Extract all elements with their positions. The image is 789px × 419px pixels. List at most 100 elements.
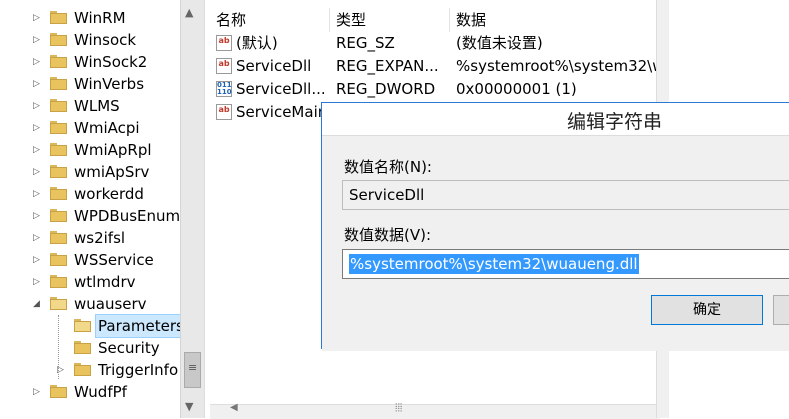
column-header-type-label: 类型 — [336, 11, 367, 29]
collapsed-arrow-icon[interactable]: ▷ — [33, 205, 43, 227]
tree-item-label: WmiApRpl — [74, 141, 152, 159]
tree-item[interactable]: ▷ WinRM — [0, 7, 180, 29]
value-data-input[interactable]: %systemroot%\system32\wuaueng.dll — [342, 249, 789, 279]
folder-icon — [50, 33, 67, 46]
grip-icon: ≡ — [188, 361, 198, 374]
collapsed-arrow-icon[interactable]: ▷ — [33, 117, 43, 139]
expanded-arrow-icon[interactable]: ◢ — [33, 293, 43, 315]
value-name-cell: ServiceDll... — [236, 80, 326, 98]
value-row[interactable]: 011 110 ServiceDll... REG_DWORD 0x00000001 (… — [210, 78, 660, 101]
collapsed-arrow-icon[interactable]: ▷ — [33, 95, 43, 117]
edit-string-dialog: 编辑字符串 数值名称(N): ServiceDll 数值数据(V): %syst… — [321, 102, 789, 351]
tree-item-label: Security — [98, 339, 160, 357]
string-value-icon: ab — [216, 104, 232, 120]
column-header-type[interactable]: 类型 — [330, 8, 450, 32]
value-type-cell: REG_EXPAN... — [336, 57, 439, 75]
scroll-left-arrow-icon[interactable]: ◀ — [230, 402, 238, 413]
folder-icon — [50, 385, 67, 398]
tree-item-label: wuauserv — [74, 295, 147, 313]
tree-item-label: wtlmdrv — [74, 273, 136, 291]
grip-icon: ⦙⦙⦙ — [395, 401, 403, 414]
binary-value-icon: 011 110 — [216, 81, 232, 97]
tree-item[interactable]: Parameters — [0, 314, 180, 338]
tree-item[interactable]: Security — [0, 337, 180, 359]
value-name-field: ServiceDll — [342, 180, 789, 210]
value-data-cell: %systemroot%\system32\w — [456, 57, 660, 75]
tree-item[interactable]: ▷ ws2ifsl — [0, 227, 180, 249]
value-name-text: ServiceDll — [349, 186, 425, 204]
tree-item-label: WinSock2 — [74, 53, 148, 71]
ok-button-label: 确定 — [693, 302, 721, 318]
folder-icon — [50, 143, 67, 156]
tree-item[interactable]: ◢ wuauserv — [0, 293, 180, 315]
collapsed-arrow-icon[interactable]: ▷ — [33, 29, 43, 51]
folder-icon — [74, 363, 91, 376]
collapsed-arrow-icon[interactable]: ▷ — [33, 183, 43, 205]
folder-icon — [50, 55, 67, 68]
collapsed-arrow-icon[interactable]: ▷ — [33, 271, 43, 293]
folder-icon — [50, 209, 67, 222]
folder-icon — [50, 165, 67, 178]
value-data-label: 数值数据(V): — [344, 226, 432, 244]
dialog-body: 数值名称(N): ServiceDll 数值数据(V): %systemroot… — [322, 135, 789, 351]
folder-icon — [50, 253, 67, 266]
registry-key-tree[interactable]: ▷ WinRM ▷ Winsock ▷ WinSock2 ▷ WinVerbs ▷ WLMS ▷ Wm… — [0, 0, 180, 418]
collapsed-arrow-icon[interactable]: ▷ — [33, 139, 43, 161]
collapsed-arrow-icon[interactable]: ▷ — [33, 7, 43, 29]
tree-item-label: WinVerbs — [74, 75, 145, 93]
value-data-selected-text[interactable]: %systemroot%\system32\wuaueng.dll — [349, 254, 639, 274]
tree-connector-line — [58, 315, 59, 379]
tree-item-label: Parameters — [95, 314, 180, 338]
tree-item[interactable]: ▷ wmiApSrv — [0, 161, 180, 183]
folder-icon — [50, 231, 67, 244]
value-type-cell: REG_SZ — [336, 34, 395, 52]
collapsed-arrow-icon[interactable]: ▷ — [33, 249, 43, 271]
tree-item[interactable]: ▷ WinSock2 — [0, 51, 180, 73]
collapsed-arrow-icon[interactable]: ▷ — [33, 51, 43, 73]
tree-item-label: workerdd — [74, 185, 144, 203]
tree-item[interactable]: ▷ WudfPf — [0, 381, 180, 403]
folder-icon — [50, 99, 67, 112]
tree-item-label: WinRM — [74, 9, 126, 27]
collapsed-arrow-icon[interactable]: ▷ — [33, 73, 43, 95]
tree-item[interactable]: ▷ WmiAcpi — [0, 117, 180, 139]
folder-icon — [50, 275, 67, 288]
tree-item[interactable]: ▷ TriggerInfo — [0, 359, 180, 381]
value-data-cell: 0x00000001 (1) — [456, 80, 577, 98]
ok-button[interactable]: 确定 — [651, 295, 763, 325]
cancel-button[interactable] — [773, 295, 789, 325]
list-horizontal-scrollbar[interactable]: ◀ ⦙⦙⦙ — [210, 401, 660, 419]
tree-item[interactable]: ▷ WinVerbs — [0, 73, 180, 95]
scroll-down-arrow-icon[interactable]: ▼ — [185, 400, 193, 413]
column-header-data-label: 数据 — [456, 11, 487, 29]
value-row[interactable]: ab (默认) REG_SZ (数值未设置) — [210, 32, 660, 55]
collapsed-arrow-icon[interactable]: ▷ — [33, 381, 43, 403]
folder-icon — [50, 297, 67, 310]
tree-item-label: wmiApSrv — [74, 163, 150, 181]
folder-icon — [50, 187, 67, 200]
value-row[interactable]: ab ServiceDll REG_EXPAN... %systemroot%\sys… — [210, 55, 660, 78]
tree-vertical-scrollbar[interactable]: ▲ ≡ ▼ — [180, 0, 204, 418]
column-header-name-label: 名称 — [216, 11, 247, 29]
folder-icon — [74, 341, 91, 354]
tree-item-label: TriggerInfo — [98, 361, 179, 379]
tree-item-label: WPDBusEnum — [74, 207, 180, 225]
column-header-name[interactable]: 名称 — [210, 8, 330, 32]
tree-item[interactable]: ▷ wtlmdrv — [0, 271, 180, 293]
tree-item-label: WLMS — [74, 97, 120, 115]
tree-item[interactable]: ▷ WSService — [0, 249, 180, 271]
tree-item[interactable]: ▷ WmiApRpl — [0, 139, 180, 161]
collapsed-arrow-icon[interactable]: ▷ — [33, 227, 43, 249]
string-value-icon: ab — [216, 58, 232, 74]
collapsed-arrow-icon[interactable]: ▷ — [33, 161, 43, 183]
tree-item[interactable]: ▷ workerdd — [0, 183, 180, 205]
tree-item-label: Winsock — [74, 31, 137, 49]
value-name-cell: ServiceMain — [236, 103, 328, 121]
folder-icon — [50, 121, 67, 134]
tree-item[interactable]: ▷ WLMS — [0, 95, 180, 117]
scrollbar-thumb[interactable]: ≡ — [184, 352, 201, 388]
column-header-data[interactable]: 数据 — [450, 8, 660, 32]
scroll-up-arrow-icon[interactable]: ▲ — [185, 6, 193, 19]
tree-item[interactable]: ▷ Winsock — [0, 29, 180, 51]
tree-item[interactable]: ▷ WPDBusEnum — [0, 205, 180, 227]
